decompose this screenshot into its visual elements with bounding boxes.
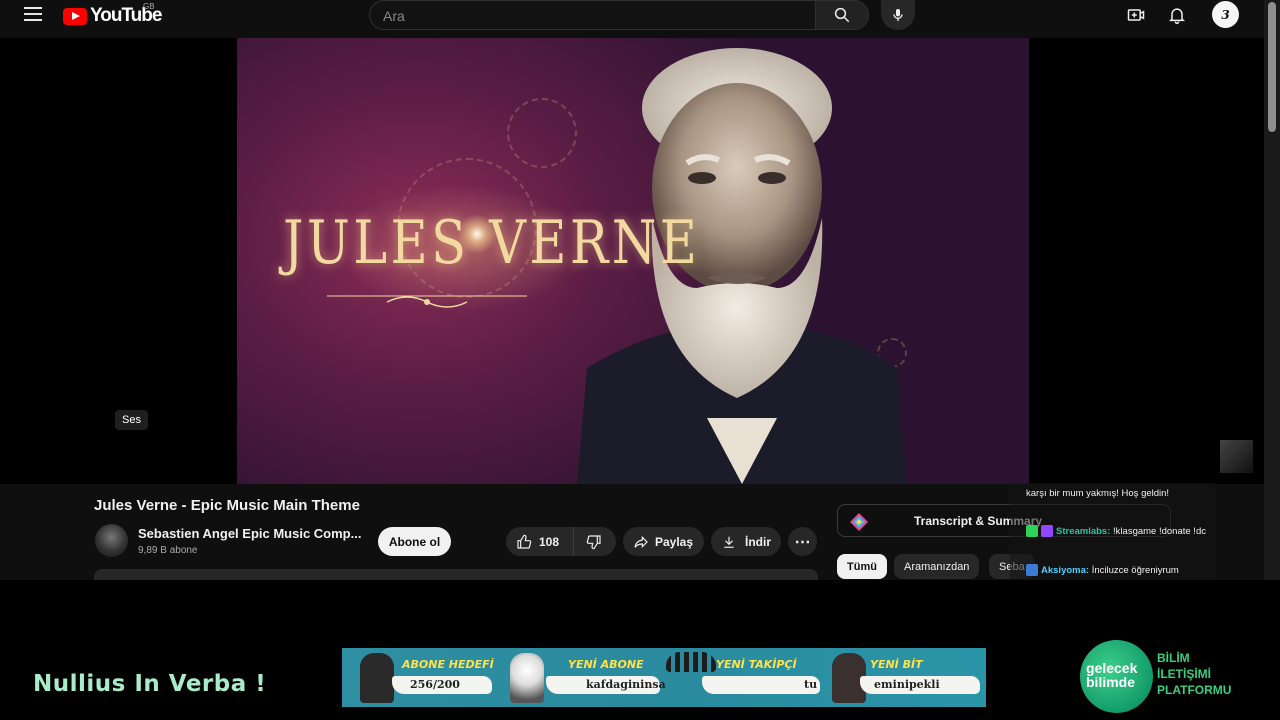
search-input[interactable]: [370, 1, 816, 31]
goal-new-follower: YENİ TAKİPÇİ tu: [662, 648, 822, 707]
brand-logo-text: gelecek bilimde: [1086, 661, 1137, 689]
brand-tagline-line3: PLATFORMU: [1157, 683, 1232, 697]
download-icon: [724, 536, 734, 548]
video-frame: JULES VERNE: [237, 38, 1029, 484]
dislike-icon: [586, 534, 601, 549]
youtube-play-icon: [63, 7, 87, 25]
gear-decoration: [507, 98, 577, 168]
goal-new-bits: YENİ BİT eminipekli: [822, 648, 986, 707]
voice-search-button[interactable]: [881, 0, 915, 30]
stream-goals-banner: ABONE HEDEFİ 256/200 YENİ ABONE kafdagin…: [342, 648, 986, 707]
goal-title: ABONE HEDEFİ: [402, 658, 494, 671]
search-box: [369, 0, 816, 31]
brand-tagline-line1: BİLİM: [1157, 651, 1190, 665]
youtube-logo[interactable]: YouTube GB: [63, 2, 162, 27]
download-label: İndir: [745, 534, 771, 549]
dislike-button[interactable]: [574, 534, 614, 550]
bell-icon[interactable]: [1167, 5, 1187, 25]
chip-from-search[interactable]: Aramanızdan: [894, 554, 980, 579]
create-icon[interactable]: [1126, 5, 1146, 25]
scrollbar-thumb[interactable]: [1268, 2, 1276, 132]
ornament-decoration: [327, 295, 527, 308]
search-icon: [834, 7, 850, 23]
video-title: Jules Verne - Epic Music Main Theme: [94, 497, 360, 514]
chat-username: Aksiyoma:: [1041, 564, 1090, 576]
share-button[interactable]: Paylaş: [623, 527, 704, 556]
goal-new-subscriber: YENİ ABONE kafdagininsa: [502, 648, 666, 707]
goal-subscriber-target: ABONE HEDEFİ 256/200: [342, 648, 502, 707]
like-dislike-group: 108: [506, 527, 616, 556]
goal-value: kafdagininsa: [586, 678, 666, 691]
twitch-badge-icon: [1041, 525, 1053, 537]
chip-all[interactable]: Tümü: [837, 554, 887, 579]
chat-text: İnciluzce öğreniyrum: [1091, 564, 1179, 576]
scientist-figure-icon: [510, 653, 544, 703]
channel-avatar[interactable]: [95, 524, 128, 557]
evolution-figure-icon: [666, 652, 716, 672]
brand-tagline-line2: İLETİŞİMİ: [1157, 667, 1211, 681]
chat-message: Aksiyoma: İnciluzce öğreniyrum: [1026, 564, 1179, 576]
chat-text: karşı bir mum yakmış! Hoş geldin!: [1026, 488, 1170, 499]
goal-value: eminipekli: [874, 678, 940, 691]
chat-text: !klasgame !donate !dc: [1113, 525, 1206, 537]
goal-title: YENİ ABONE: [568, 658, 644, 671]
channel-name[interactable]: Sebastien Angel Epic Music Comp...: [138, 526, 361, 541]
more-actions-button[interactable]: ⋯: [788, 527, 817, 556]
brand-logo-line1: gelecek: [1086, 660, 1138, 676]
audio-tooltip: Ses: [115, 410, 148, 430]
chat-overlay: karşı bir mum yakmış! Hoş geldin! Stream…: [1010, 483, 1215, 587]
share-label: Paylaş: [655, 534, 694, 549]
chat-message: Streamlabs: !klasgame !donate !dc: [1026, 525, 1206, 537]
like-count: 108: [539, 534, 560, 549]
like-button[interactable]: 108: [506, 527, 574, 556]
country-code: GB: [143, 2, 155, 11]
search-button[interactable]: [815, 0, 869, 30]
mic-icon: [893, 9, 903, 21]
streamer-mini-thumbnail: [1220, 440, 1253, 473]
person-figure-icon: [360, 653, 394, 703]
menu-icon[interactable]: [24, 7, 42, 21]
account-avatar[interactable]: 3: [1212, 1, 1239, 28]
chat-message: karşı bir mum yakmış! Hoş geldin!: [1026, 488, 1169, 499]
brand-logo-line2: bilimde: [1086, 674, 1136, 690]
subscribe-button[interactable]: Abone ol: [378, 527, 451, 556]
goal-value: tu: [804, 678, 818, 691]
like-icon: [517, 534, 532, 549]
share-icon: [634, 535, 648, 548]
download-button[interactable]: İndir: [711, 527, 781, 556]
more-icon: ⋯: [794, 533, 811, 551]
goal-title: YENİ TAKİPÇİ: [716, 658, 797, 671]
subscriber-count: 9,89 B abone: [138, 545, 198, 556]
brand-tagline: BİLİM İLETİŞİMİ PLATFORMU: [1157, 650, 1231, 698]
goal-value: 256/200: [410, 678, 460, 691]
top-bar: YouTube GB 3: [0, 0, 1264, 31]
page: YouTube GB 3: [0, 0, 1280, 720]
page-scrollbar[interactable]: [1264, 0, 1280, 580]
goal-title: YENİ BİT: [870, 658, 923, 671]
check-badge-icon: [1026, 525, 1038, 537]
transcript-extension-icon: [850, 513, 868, 531]
goal-value-bg: [702, 676, 820, 694]
star-badge-icon: [1026, 564, 1038, 576]
video-player[interactable]: JULES VERNE Ses: [0, 38, 1264, 484]
chat-username: Streamlabs:: [1056, 525, 1111, 537]
motto-text: Nullius In Verba !: [33, 671, 267, 697]
video-title-art: JULES VERNE: [283, 208, 701, 278]
